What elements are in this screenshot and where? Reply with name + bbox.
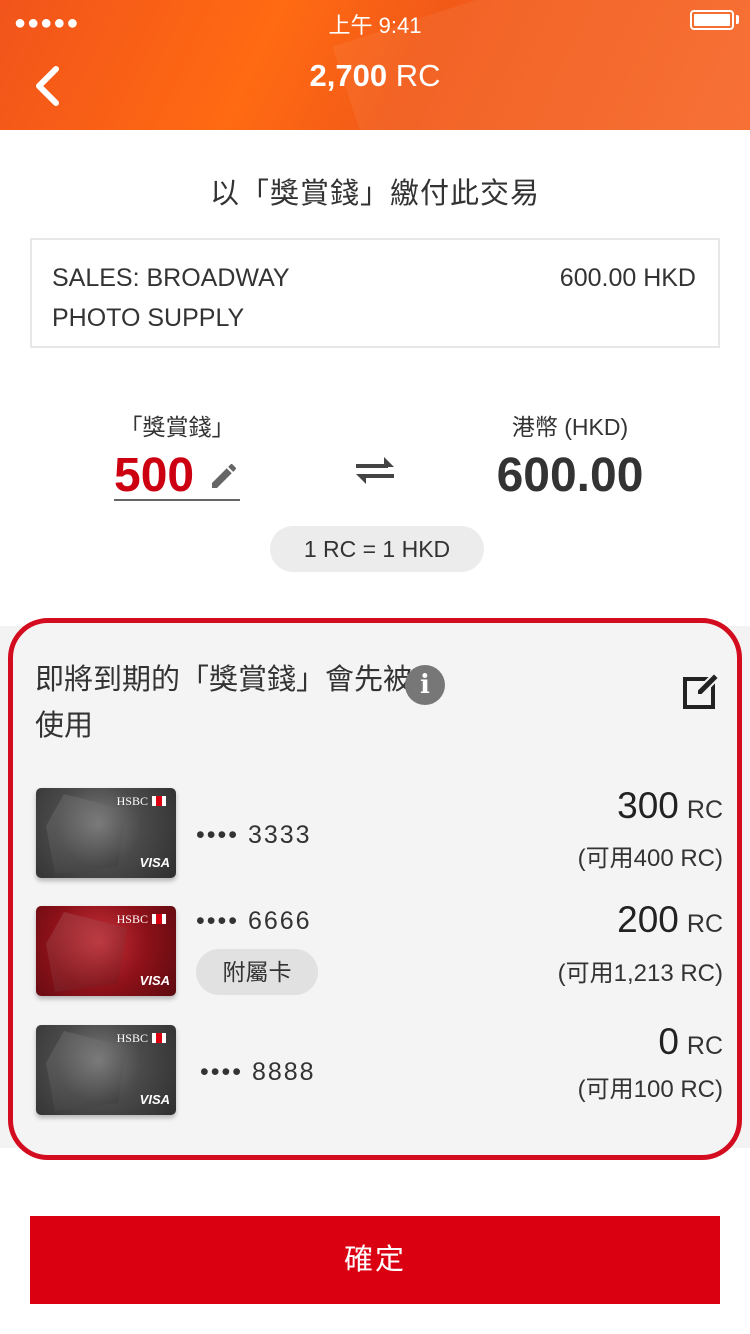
- page-subtitle: 以「獎賞錢」繳付此交易: [209, 178, 540, 210]
- card-rc-amount-6666: 200 RC: [617, 899, 723, 940]
- card-brand: HSBC: [117, 794, 166, 809]
- battery-icon: [690, 10, 734, 30]
- card-number-6666: •••• 6666: [196, 907, 312, 935]
- card-rc-amount-3333: 300 RC: [617, 785, 723, 826]
- visa-logo: VISA: [139, 973, 170, 988]
- exchange-rate-badge: 1 RC = 1 HKD: [270, 526, 484, 572]
- card-image-3333: HSBC VISA: [36, 788, 176, 878]
- card-available-8888: (可用100 RC): [577, 1076, 723, 1103]
- cards-panel: 即將到期的「獎賞錢」會先被使用 i HSBC VISA •••• 3333 30…: [8, 618, 742, 1160]
- transaction-merchant: SALES: BROADWAY PHOTO SUPPLY: [52, 264, 290, 332]
- battery-tip: [736, 15, 739, 24]
- pencil-icon[interactable]: [208, 460, 240, 497]
- edit-icon[interactable]: [681, 669, 723, 716]
- swap-icon: [352, 452, 398, 497]
- rc-label: 「獎賞錢」: [119, 414, 235, 440]
- card-number-8888: •••• 8888: [200, 1058, 316, 1086]
- visa-logo: VISA: [139, 1092, 170, 1107]
- reward-balance: 2,700 RC: [0, 58, 750, 94]
- card-number-3333: •••• 3333: [196, 821, 312, 849]
- card-rc-amount-8888: 0 RC: [658, 1021, 723, 1062]
- confirm-button[interactable]: 確定: [30, 1216, 720, 1304]
- info-icon[interactable]: i: [405, 665, 445, 705]
- reward-balance-unit: RC: [395, 58, 441, 93]
- card-brand: HSBC: [117, 912, 166, 927]
- card-image-6666: HSBC VISA: [36, 906, 176, 996]
- visa-logo: VISA: [139, 855, 170, 870]
- rc-input-underline: [114, 499, 240, 501]
- card-brand: HSBC: [117, 1031, 166, 1046]
- cards-panel-heading: 即將到期的「獎賞錢」會先被使用: [35, 664, 413, 742]
- transaction-amount: 600.00 HKD: [559, 264, 696, 292]
- hkd-amount: 600.00: [496, 449, 644, 502]
- status-time: 上午 9:41: [328, 13, 422, 38]
- supplementary-card-badge: 附屬卡: [196, 949, 318, 995]
- transaction-summary: SALES: BROADWAY PHOTO SUPPLY 600.00 HKD: [30, 238, 720, 348]
- hkd-label: 港幣 (HKD): [511, 414, 629, 440]
- card-available-6666: (可用1,213 RC): [557, 960, 723, 987]
- card-available-3333: (可用400 RC): [577, 845, 723, 872]
- card-image-8888: HSBC VISA: [36, 1025, 176, 1115]
- rc-amount-input[interactable]: 500: [114, 448, 194, 504]
- reward-balance-value: 2,700: [309, 58, 388, 93]
